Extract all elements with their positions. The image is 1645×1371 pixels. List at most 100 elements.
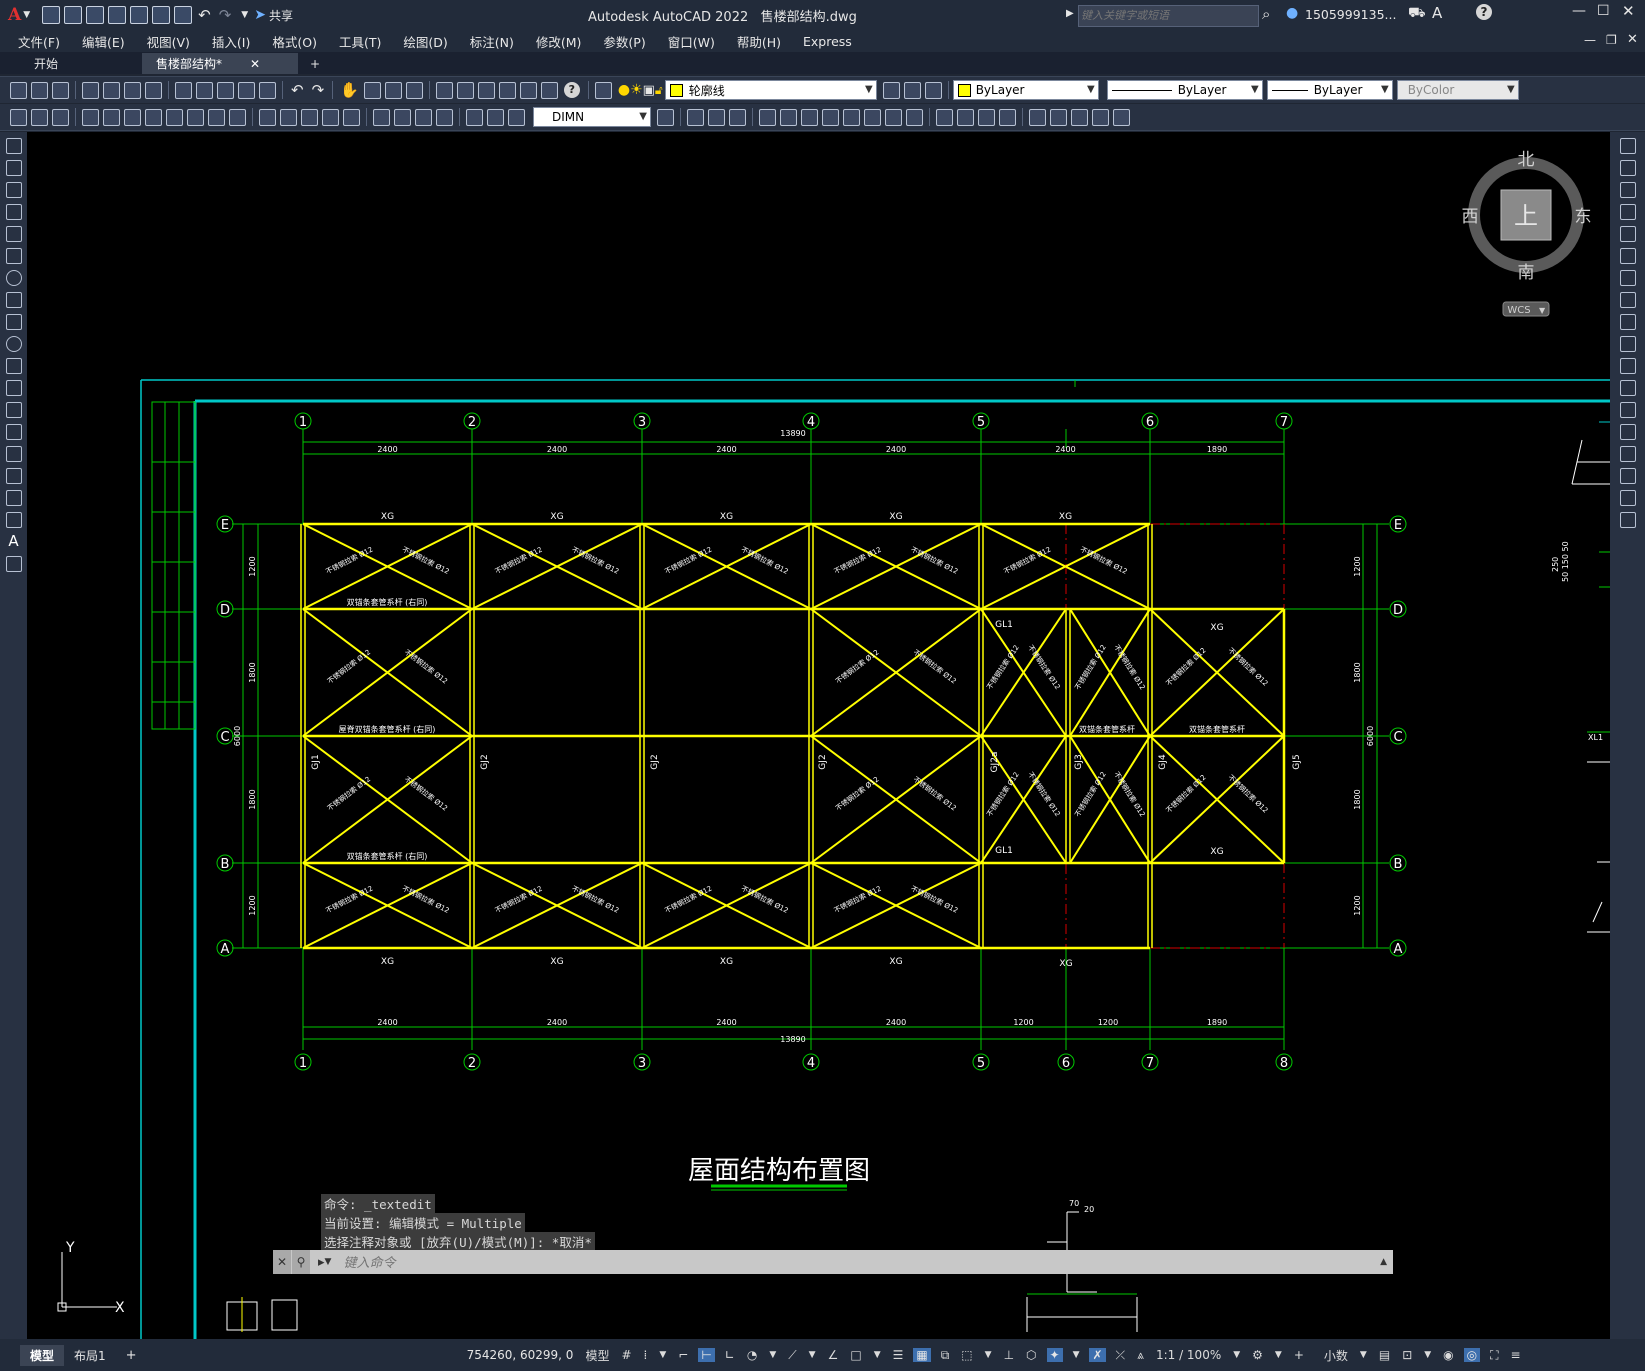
isometric-icon[interactable]: ⟋ <box>788 1348 796 1363</box>
compass-south[interactable]: 南 <box>1518 263 1535 283</box>
render-icon[interactable] <box>957 108 974 126</box>
dynamic-input-icon[interactable]: ⊢ <box>698 1348 715 1362</box>
layer-lock-icon[interactable]: 🔓︎ <box>655 83 663 98</box>
3d-dwf-icon[interactable] <box>145 81 162 99</box>
menu-help[interactable]: 帮助(H) <box>737 32 781 51</box>
doc-minimize-icon[interactable]: — <box>1584 33 1596 47</box>
clean-screen-icon[interactable]: ⛶ <box>1490 1348 1498 1363</box>
snap-icon[interactable]: ⁞ <box>644 1348 648 1362</box>
wedge-icon[interactable] <box>708 108 725 126</box>
command-close-icon[interactable]: ✕ <box>273 1250 291 1274</box>
trim-icon[interactable] <box>1619 336 1636 352</box>
center-mark-icon[interactable] <box>394 108 411 126</box>
point-icon[interactable] <box>5 424 22 440</box>
user-name[interactable]: 1505999135... <box>1305 7 1396 22</box>
dim-linear-icon[interactable] <box>82 108 99 126</box>
layer-manager-icon[interactable] <box>52 108 69 126</box>
make-block-icon[interactable] <box>5 402 22 418</box>
tab-drawing[interactable]: 售楼部结构* ✕ <box>142 53 298 74</box>
open-web-icon[interactable] <box>130 6 149 24</box>
infer-constraints-icon[interactable]: ⌐ <box>678 1348 688 1362</box>
layout-tab-model[interactable]: 模型 <box>20 1344 65 1366</box>
workspace-switch-icon[interactable]: ⚙ <box>1252 1348 1263 1362</box>
chevron-down-icon[interactable]: ▼ <box>659 1350 666 1360</box>
object-snap-tracking-icon[interactable]: ∠ <box>828 1348 839 1362</box>
jogged-linear-icon[interactable] <box>436 108 453 126</box>
isolate-objects-icon[interactable]: ◉ <box>1443 1348 1453 1362</box>
doc-close-icon[interactable]: ✕ <box>1627 32 1638 47</box>
circle-icon[interactable] <box>5 270 22 286</box>
minimize-icon[interactable]: — <box>1572 3 1586 19</box>
menu-edit[interactable]: 编辑(E) <box>82 32 125 51</box>
annotation-scale-icon[interactable]: ⩓ <box>1137 1348 1144 1363</box>
menu-insert[interactable]: 插入(I) <box>212 32 250 51</box>
stretch-icon[interactable] <box>1619 314 1636 330</box>
menu-tools[interactable]: 工具(T) <box>339 32 381 51</box>
menu-view[interactable]: 视图(V) <box>147 32 190 51</box>
workspace-icon[interactable] <box>10 108 27 126</box>
dimstyle-manager-icon[interactable] <box>657 108 674 126</box>
layer-properties-icon[interactable] <box>594 81 612 99</box>
cone-icon[interactable] <box>729 108 746 126</box>
ucs-face-icon[interactable] <box>1092 108 1109 126</box>
add-layout-icon[interactable]: + <box>126 1348 137 1363</box>
wcs-menu[interactable]: WCS <box>1507 305 1530 316</box>
loft-icon[interactable] <box>843 108 860 126</box>
line-icon[interactable] <box>5 138 22 154</box>
cart-icon[interactable]: ⛟ <box>1408 5 1426 23</box>
spline-icon[interactable] <box>5 314 22 330</box>
copy-icon[interactable] <box>196 81 213 99</box>
new-icon[interactable] <box>42 6 61 24</box>
open-file-icon[interactable] <box>31 81 48 99</box>
chevron-down-icon[interactable]: ▼ <box>1233 1350 1240 1360</box>
layer-states-icon[interactable] <box>924 81 942 99</box>
menu-express[interactable]: Express <box>803 34 852 49</box>
close-icon[interactable]: ✕ <box>1622 2 1635 20</box>
ucs-world-icon[interactable] <box>1050 108 1067 126</box>
extrude-icon[interactable] <box>759 108 776 126</box>
presspull-icon[interactable] <box>780 108 797 126</box>
pan-icon[interactable]: ✋ <box>340 81 359 99</box>
print-icon[interactable] <box>82 81 99 99</box>
erase-icon[interactable] <box>1619 138 1636 154</box>
calculator-icon[interactable] <box>540 81 558 99</box>
dim-angular-icon[interactable] <box>229 108 246 126</box>
menu-dimension[interactable]: 标注(N) <box>470 32 514 51</box>
rectangle-icon[interactable] <box>5 226 22 242</box>
dim-aligned-icon[interactable] <box>103 108 120 126</box>
tolerance-icon[interactable] <box>373 108 390 126</box>
color-dropdown[interactable]: ByLayer ▼ <box>952 80 1099 100</box>
paste-icon[interactable] <box>217 81 234 99</box>
mtext-icon[interactable]: A <box>0 532 27 550</box>
menu-format[interactable]: 格式(O) <box>272 32 317 51</box>
chevron-down-icon[interactable]: ▼ <box>874 1350 881 1360</box>
slice-icon[interactable] <box>978 108 995 126</box>
autocad-logo-icon[interactable]: A <box>8 5 21 25</box>
inspection-icon[interactable] <box>415 108 432 126</box>
properties-icon[interactable] <box>435 81 453 99</box>
construction-line-icon[interactable] <box>5 160 22 176</box>
cut-icon[interactable] <box>175 81 192 99</box>
open-icon[interactable] <box>64 6 83 24</box>
lineweight-icon[interactable]: ☰ <box>893 1348 904 1362</box>
polar-tracking-icon[interactable]: ◔ <box>747 1348 757 1362</box>
fillet-icon[interactable] <box>1619 468 1636 484</box>
dim-space-icon[interactable] <box>322 108 339 126</box>
quick-dim-icon[interactable] <box>259 108 276 126</box>
subtract-icon[interactable] <box>885 108 902 126</box>
sheet-set-icon[interactable] <box>498 81 516 99</box>
chevron-down-icon[interactable]: ▼ <box>985 1350 992 1360</box>
dynamic-ucs-icon[interactable]: ⊥ <box>1004 1348 1014 1362</box>
break-at-point-icon[interactable] <box>1619 380 1636 396</box>
plotstyle-dropdown[interactable]: ByColor ▼ <box>1396 80 1519 100</box>
make-current-layer-icon[interactable] <box>882 81 900 99</box>
intersect-icon[interactable] <box>906 108 923 126</box>
add-selected-icon[interactable] <box>5 556 22 572</box>
annotation-visibility-icon[interactable]: ✗ <box>1089 1348 1106 1362</box>
layer-on-icon[interactable]: ● <box>618 82 630 98</box>
zoom-previous-icon[interactable] <box>405 81 423 99</box>
dim-ordinate-icon[interactable] <box>145 108 162 126</box>
layer-previous-icon[interactable] <box>903 81 921 99</box>
tool-palettes-icon[interactable] <box>477 81 495 99</box>
section-icon[interactable] <box>999 108 1016 126</box>
